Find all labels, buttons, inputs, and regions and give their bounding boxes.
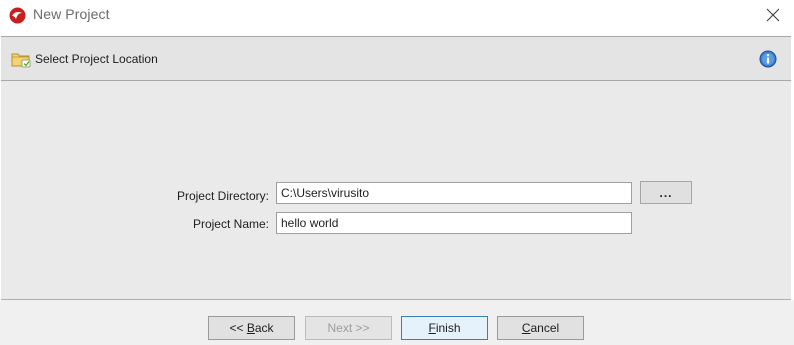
- finish-button[interactable]: Finish: [401, 316, 488, 340]
- next-button-label: Next >>: [327, 321, 370, 335]
- finish-button-mnemonic: F: [428, 321, 436, 335]
- back-button-mnemonic: B: [246, 321, 255, 335]
- project-name-label: Project Name:: [192, 217, 269, 231]
- title-bar: New Project: [0, 0, 794, 32]
- cancel-button-mnemonic: C: [521, 321, 531, 335]
- info-icon[interactable]: [759, 50, 777, 68]
- button-bar: << Back Next >> Finish Cancel: [0, 300, 794, 345]
- form-panel: Project Directory: ... Project Name:: [1, 81, 791, 300]
- step-title: Select Project Location: [35, 52, 158, 66]
- project-directory-label: Project Directory:: [176, 189, 269, 203]
- close-button[interactable]: [760, 4, 786, 28]
- browse-button[interactable]: ...: [640, 181, 692, 204]
- project-name-input[interactable]: [276, 212, 632, 234]
- cancel-button-rest: ancel: [530, 321, 560, 335]
- app-logo-icon: [9, 7, 26, 24]
- finish-button-rest: inish: [435, 321, 461, 335]
- back-button-prefix: <<: [229, 321, 247, 335]
- back-button-rest: ack: [254, 321, 274, 335]
- cancel-button[interactable]: Cancel: [497, 316, 584, 340]
- step-header: Select Project Location: [1, 36, 791, 81]
- project-directory-input[interactable]: [276, 182, 632, 204]
- window-title: New Project: [33, 6, 110, 22]
- close-icon: [766, 7, 780, 26]
- back-button[interactable]: << Back: [208, 316, 295, 340]
- folder-new-icon: [11, 51, 31, 68]
- next-button[interactable]: Next >>: [305, 316, 392, 340]
